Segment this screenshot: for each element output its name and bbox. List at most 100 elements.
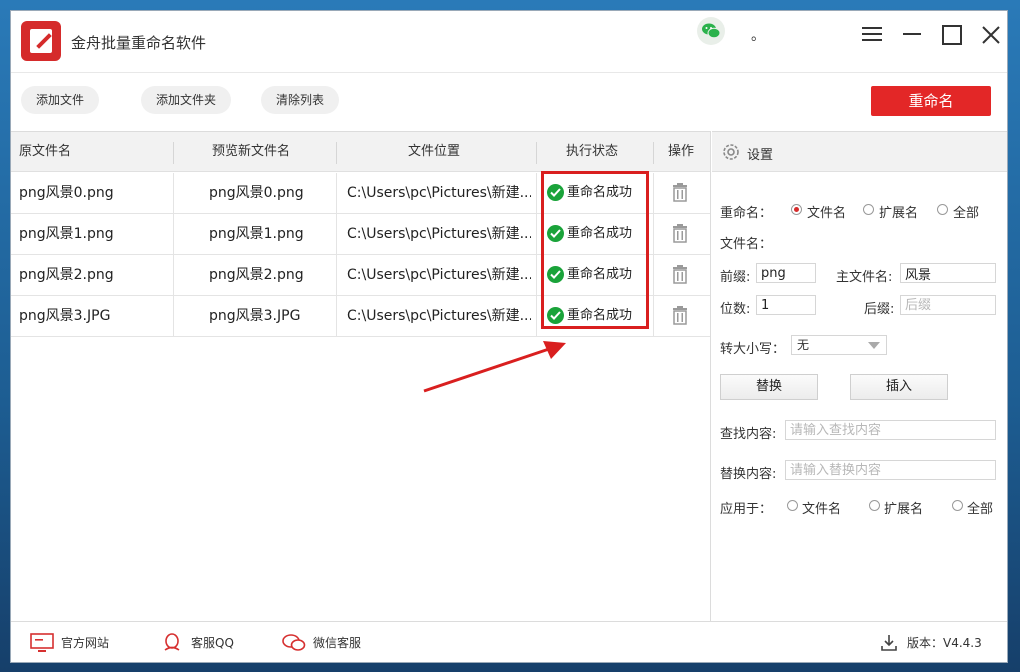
status-text: 重命名成功 (567, 267, 633, 282)
file-table: 原文件名 预览新文件名 文件位置 执行状态 操作 png风景0.png png风景… (11, 131, 711, 621)
digits-label: 位数: (720, 302, 751, 317)
rename-mode-extension-label: 扩展名 (879, 206, 919, 221)
qq-support-label: 客服QQ (191, 636, 234, 650)
table-row[interactable]: png风景3.JPG png风景3.JPG C:\Users\pc\Pictures… (11, 296, 710, 337)
annotation-arrow (423, 341, 566, 393)
column-header-original: 原文件名 (19, 144, 72, 159)
delete-row-icon[interactable] (671, 183, 691, 203)
rename-mode-filename-label: 文件名 (807, 206, 847, 221)
website-link[interactable]: 官方网站 (29, 632, 119, 654)
monitor-icon (30, 633, 54, 652)
add-file-button[interactable]: 添加文件 (21, 86, 100, 114)
app-logo-icon (21, 21, 61, 61)
rename-mode-extension-radio[interactable] (863, 204, 874, 215)
wechat-support-icon (282, 634, 306, 651)
column-header-location: 文件位置 (408, 144, 461, 159)
status-text: 重命名成功 (567, 185, 633, 200)
column-header-status: 执行状态 (566, 144, 619, 159)
add-folder-button[interactable]: 添加文件夹 (141, 86, 232, 114)
original-filename: png风景0.png (19, 185, 114, 201)
column-header-action: 操作 (668, 144, 695, 159)
version-info: 版本：V4.4.3 (879, 632, 989, 654)
chevron-down-icon (868, 342, 880, 349)
app-window: 金舟批量重命名软件 。 添加文件 添加文件夹 清除列表 重命名 原文件名 预览新… (10, 10, 1008, 663)
status-indicator: 。 (751, 28, 765, 44)
file-location: C:\Users\pc\Pictures\新建... (347, 226, 531, 242)
insert-mode-button[interactable]: 插入 (850, 374, 948, 400)
wechat-icon[interactable] (697, 17, 725, 45)
title-bar: 金舟批量重命名软件 。 (11, 11, 1007, 71)
digits-input[interactable] (756, 295, 816, 315)
settings-title: 设置 (747, 148, 774, 163)
file-location: C:\Users\pc\Pictures\新建... (347, 267, 531, 283)
website-link-label: 官方网站 (61, 636, 110, 650)
toolbar: 添加文件 添加文件夹 清除列表 重命名 (11, 72, 1007, 130)
minimize-icon[interactable] (896, 19, 926, 49)
case-select-value: 无 (797, 338, 810, 352)
prefix-input[interactable] (756, 263, 816, 283)
status-text: 重命名成功 (567, 226, 633, 241)
apply-all-radio[interactable] (952, 500, 963, 511)
rename-mode-filename-radio[interactable] (791, 204, 802, 215)
find-label: 查找内容: (720, 427, 777, 442)
table-header: 原文件名 预览新文件名 文件位置 执行状态 操作 (11, 132, 710, 172)
delete-row-icon[interactable] (671, 306, 691, 326)
apply-extension-radio[interactable] (869, 500, 880, 511)
delete-row-icon[interactable] (671, 265, 691, 285)
preview-filename: png风景1.png (209, 226, 304, 242)
file-location: C:\Users\pc\Pictures\新建... (347, 185, 531, 201)
original-filename: png风景2.png (19, 267, 114, 283)
gear-icon (723, 144, 739, 160)
success-check-icon (547, 266, 564, 283)
apply-filename-radio[interactable] (787, 500, 798, 511)
case-select[interactable]: 无 (791, 335, 887, 355)
rename-mode-all-label: 全部 (953, 206, 980, 221)
table-row[interactable]: png风景1.png png风景1.png C:\Users\pc\Pictures… (11, 214, 710, 255)
preview-filename: png风景0.png (209, 185, 304, 201)
settings-header: 设置 (712, 132, 1007, 172)
app-title: 金舟批量重命名软件 (71, 34, 207, 52)
case-label: 转大小写： (720, 342, 786, 357)
rename-mode-label: 重命名： (720, 206, 773, 221)
main-name-label: 主文件名: (836, 270, 893, 285)
download-icon[interactable] (879, 633, 899, 653)
prefix-label: 前缀: (720, 270, 751, 285)
suffix-input[interactable] (900, 295, 996, 315)
preview-filename: png风景3.JPG (209, 308, 301, 324)
find-input[interactable] (785, 420, 996, 440)
settings-panel: 设置 重命名： 文件名 扩展名 全部 文件名： 前缀: 主文件名: 位数: 后缀… (712, 131, 1007, 621)
table-row[interactable]: png风景2.png png风景2.png C:\Users\pc\Pictures… (11, 255, 710, 296)
rename-button[interactable]: 重命名 (871, 86, 991, 116)
maximize-icon[interactable] (936, 19, 966, 49)
menu-icon[interactable] (856, 19, 886, 49)
clear-list-button[interactable]: 清除列表 (261, 86, 340, 114)
apply-all-label: 全部 (967, 502, 994, 517)
success-check-icon (547, 307, 564, 324)
suffix-label: 后缀: (864, 302, 895, 317)
success-check-icon (547, 225, 564, 242)
apply-filename-label: 文件名 (802, 502, 842, 517)
qq-penguin-icon (164, 633, 180, 651)
wechat-support-label: 微信客服 (313, 636, 362, 650)
replace-mode-button[interactable]: 替换 (720, 374, 818, 400)
filename-section-label: 文件名： (720, 237, 773, 252)
column-header-preview: 预览新文件名 (212, 144, 291, 159)
rename-mode-all-radio[interactable] (937, 204, 948, 215)
wechat-support-link[interactable]: 微信客服 (281, 632, 381, 654)
file-location: C:\Users\pc\Pictures\新建... (347, 308, 531, 324)
replace-label: 替换内容: (720, 467, 777, 482)
status-text: 重命名成功 (567, 308, 633, 323)
close-icon[interactable] (975, 19, 1005, 49)
apply-extension-label: 扩展名 (884, 502, 924, 517)
original-filename: png风景1.png (19, 226, 114, 242)
qq-support-link[interactable]: 客服QQ (159, 632, 249, 654)
delete-row-icon[interactable] (671, 224, 691, 244)
apply-to-label: 应用于： (720, 502, 773, 517)
version-label: 版本：V4.4.3 (907, 636, 982, 650)
footer: 官方网站 客服QQ 微信客服 版本：V4.4.3 (11, 621, 1007, 662)
replace-input[interactable] (785, 460, 996, 480)
success-check-icon (547, 184, 564, 201)
main-name-input[interactable] (900, 263, 996, 283)
preview-filename: png风景2.png (209, 267, 304, 283)
table-row[interactable]: png风景0.png png风景0.png C:\Users\pc\Pictures… (11, 173, 710, 214)
